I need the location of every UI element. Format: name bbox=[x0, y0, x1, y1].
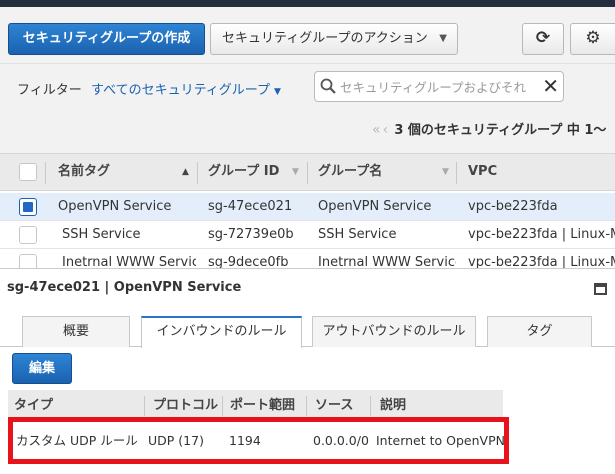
row-name-tag: Inetrnal WWW Service bbox=[62, 255, 196, 269]
row-group-id: sg-47ece021 bbox=[208, 199, 293, 214]
row-checkbox[interactable] bbox=[19, 198, 37, 216]
first-page-icon[interactable]: « bbox=[372, 122, 381, 138]
column-divider bbox=[222, 396, 223, 416]
column-divider bbox=[306, 396, 307, 416]
sort-icon: ▼ bbox=[292, 167, 299, 177]
column-group-name[interactable]: グループ名 ▼ bbox=[318, 154, 458, 190]
column-vpc[interactable]: VPC bbox=[468, 154, 608, 190]
row-checkbox[interactable] bbox=[19, 226, 37, 244]
search-icon bbox=[320, 78, 336, 94]
pagination-info: «‹ 3 個のセキュリティグループ 中 1～ bbox=[372, 119, 606, 138]
toolbar: セキュリティグループの作成 セキュリティグループのアクション ▼ ⟳ ⚙ bbox=[0, 7, 615, 63]
settings-button[interactable]: ⚙ bbox=[570, 23, 615, 55]
security-group-actions-label: セキュリティグループのアクション bbox=[222, 31, 428, 46]
filter-label: フィルター bbox=[17, 83, 82, 98]
table-row[interactable]: SSH Service sg-72739e0b SSH Service vpc-… bbox=[0, 221, 615, 249]
filter-dropdown-value: すべてのセキュリティグループ bbox=[91, 83, 271, 98]
column-divider bbox=[307, 162, 308, 184]
create-security-group-button[interactable]: セキュリティグループの作成 bbox=[8, 23, 205, 55]
column-divider bbox=[144, 396, 145, 416]
row-group-id: sg-72739e0b bbox=[208, 227, 294, 242]
column-group-id-label: グループ ID bbox=[208, 164, 280, 179]
maximize-icon[interactable] bbox=[594, 283, 607, 295]
highlight-box bbox=[8, 417, 509, 464]
clear-search-icon[interactable]: ✕ bbox=[542, 74, 559, 98]
security-groups-table-header: 名前タグ ▲ グループ ID ▼ グループ名 ▼ VPC bbox=[0, 153, 615, 191]
tab-inbound-rules[interactable]: インバウンドのルール bbox=[141, 316, 302, 348]
previous-page-icon[interactable]: ‹ bbox=[383, 122, 389, 138]
chevron-down-icon: ▼ bbox=[274, 87, 281, 97]
sort-asc-icon: ▲ bbox=[182, 167, 189, 177]
security-group-actions-button[interactable]: セキュリティグループのアクション ▼ bbox=[210, 23, 458, 55]
search-input[interactable] bbox=[340, 76, 540, 98]
row-checkbox[interactable] bbox=[19, 254, 37, 269]
column-divider bbox=[45, 162, 46, 184]
edit-button[interactable]: 編集 bbox=[12, 353, 72, 384]
column-name-tag-label: 名前タグ bbox=[58, 164, 111, 179]
refresh-icon: ⟳ bbox=[535, 28, 551, 48]
detail-title: sg-47ece021 | OpenVPN Service bbox=[7, 280, 242, 295]
row-group-name: SSH Service bbox=[318, 227, 397, 242]
tab-description[interactable]: 概要 bbox=[22, 316, 130, 347]
chevron-down-icon: ▼ bbox=[439, 33, 447, 44]
filter-bar: フィルター すべてのセキュリティグループ▼ ✕ «‹ 3 個のセキュリティグルー… bbox=[0, 63, 615, 153]
sort-icon: ▼ bbox=[442, 167, 449, 177]
refresh-button[interactable]: ⟳ bbox=[522, 23, 564, 55]
table-row[interactable]: OpenVPN Service sg-47ece021 OpenVPN Serv… bbox=[0, 193, 615, 221]
tab-tags[interactable]: タグ bbox=[487, 316, 592, 347]
filter-dropdown[interactable]: すべてのセキュリティグループ ▼ bbox=[91, 79, 281, 98]
row-group-name: Inetrnal WWW Service bbox=[318, 255, 456, 269]
console-top-bar bbox=[0, 0, 615, 7]
table-row[interactable]: Inetrnal WWW Service sg-9dece0fb Inetrna… bbox=[0, 249, 615, 269]
column-group-name-label: グループ名 bbox=[318, 164, 383, 179]
panel-splitter[interactable] bbox=[0, 268, 615, 274]
row-vpc: vpc-be223fda bbox=[468, 199, 558, 214]
row-name-tag: SSH Service bbox=[62, 227, 141, 242]
row-vpc: vpc-be223fda | Linux-Men bbox=[468, 227, 615, 242]
column-divider bbox=[456, 162, 457, 184]
column-divider bbox=[370, 396, 371, 416]
row-vpc: vpc-be223fda | Linux-Men bbox=[468, 255, 615, 269]
column-divider bbox=[197, 162, 198, 184]
search-box: ✕ bbox=[314, 71, 564, 102]
tab-outbound-rules[interactable]: アウトバウンドのルール bbox=[312, 316, 476, 347]
column-name-tag[interactable]: 名前タグ ▲ bbox=[58, 154, 198, 190]
select-all-checkbox[interactable] bbox=[19, 163, 37, 181]
row-group-id: sg-9dece0fb bbox=[208, 255, 289, 269]
pagination-text: 3 個のセキュリティグループ 中 1～ bbox=[394, 123, 607, 138]
row-group-name: OpenVPN Service bbox=[318, 199, 432, 214]
row-name-tag: OpenVPN Service bbox=[58, 199, 172, 214]
gear-icon: ⚙ bbox=[585, 28, 601, 48]
column-group-id[interactable]: グループ ID ▼ bbox=[208, 154, 306, 190]
column-vpc-label: VPC bbox=[468, 164, 498, 179]
